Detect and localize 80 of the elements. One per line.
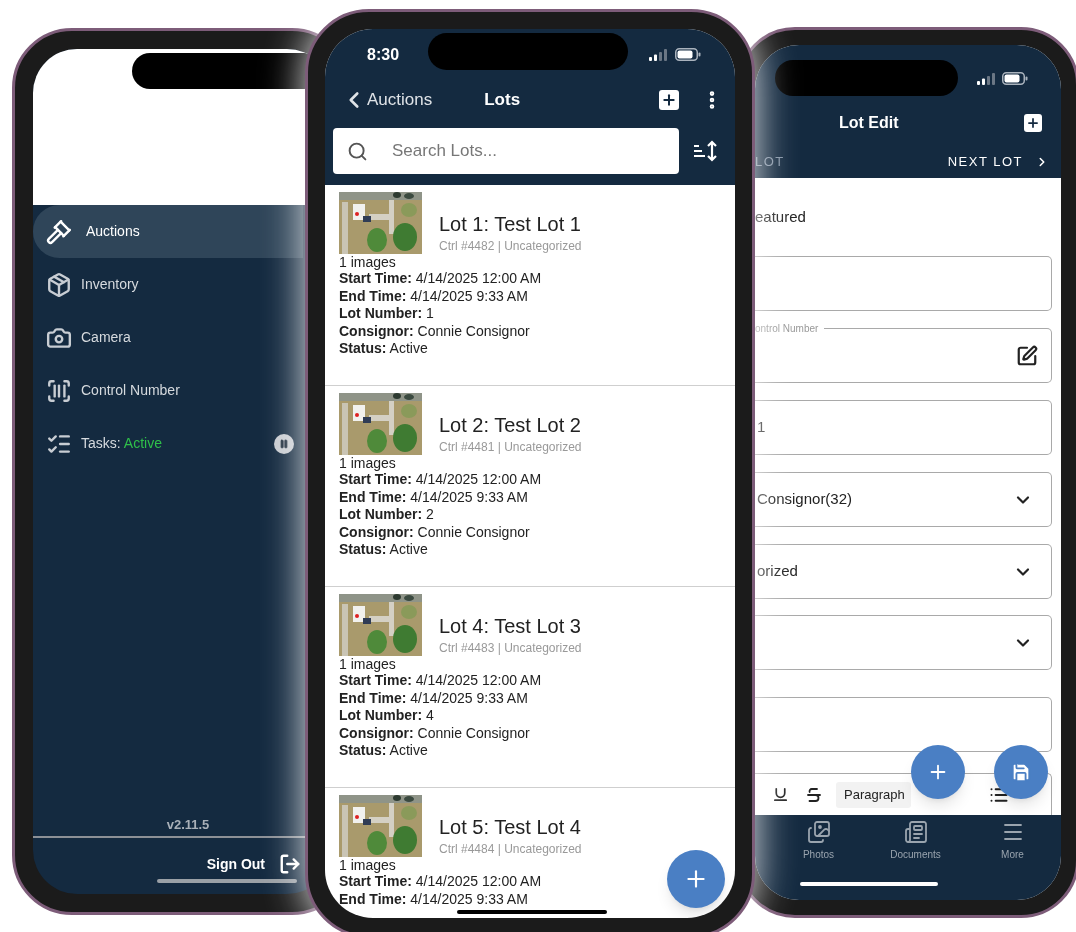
- add-fab[interactable]: [911, 745, 965, 799]
- format-dropdown[interactable]: Paragraph: [836, 781, 911, 808]
- add-button[interactable]: [659, 90, 679, 110]
- lot-detail: End Time: 4/14/2025 9:33 AM: [339, 287, 528, 305]
- save-fab[interactable]: [994, 745, 1048, 799]
- edit-icon[interactable]: [1016, 344, 1038, 367]
- lot-detail: Status: Active: [339, 340, 428, 358]
- lot-detail: Consignor: Connie Consignor: [339, 523, 530, 541]
- sort-icon[interactable]: [693, 140, 717, 162]
- save-icon: [1010, 761, 1032, 783]
- image-count: 1 images: [339, 455, 396, 471]
- image-count: 1 images: [339, 857, 396, 873]
- select-field[interactable]: [755, 615, 1052, 670]
- sign-out-icon[interactable]: [279, 853, 301, 875]
- menu-item[interactable]: Inventory: [33, 258, 303, 311]
- screen-title: Lot Edit: [839, 113, 899, 133]
- image-count: 1 images: [339, 254, 396, 270]
- lot-detail: Start Time: 4/14/2025 12:00 AM: [339, 270, 542, 288]
- documents-icon: [903, 820, 928, 844]
- lot-title: Lot 2: Test Lot 2: [439, 413, 582, 437]
- lot-detail: Lot Number: 2: [339, 506, 434, 524]
- lot-detail: Consignor: Connie Consignor: [339, 322, 530, 340]
- add-fab[interactable]: [667, 850, 725, 908]
- status-time: 8:30: [367, 44, 400, 65]
- menu-item[interactable]: Auctions: [33, 205, 303, 258]
- lot-title: Lot 4: Test Lot 3: [439, 614, 582, 638]
- lot-detail: End Time: 4/14/2025 9:33 AM: [339, 689, 528, 707]
- select-field[interactable]: orized: [755, 544, 1052, 599]
- next-lot-link[interactable]: NEXT LOT: [947, 152, 1023, 172]
- image-count: 1 images: [339, 656, 396, 672]
- pause-icon[interactable]: [274, 433, 294, 454]
- featured-label: eatured: [755, 208, 807, 226]
- lot-title: Lot 5: Test Lot 4: [439, 815, 582, 839]
- lot-detail: Lot Number: 1: [339, 305, 434, 323]
- lot-card[interactable]: Lot 1: Test Lot 1 Ctrl #4482 | Uncategorized 1 images Start Time: 4/14/2025 12:00 AM End Time: 4/14/2025 9:33 AM Lot Number: 1 Consignor: Connie Consignor Status: Active: [325, 185, 735, 386]
- strikethrough-icon[interactable]: [805, 785, 823, 804]
- menu-label: Tasks: Active: [81, 434, 162, 453]
- lot-meta: Ctrl #4484 | Uncategorized: [439, 841, 582, 857]
- lot-detail: End Time: 4/14/2025 9:33 AM: [339, 890, 528, 908]
- input-field[interactable]: [755, 256, 1052, 311]
- menu-item[interactable]: Control Number: [33, 364, 303, 417]
- lot-card[interactable]: Lot 4: Test Lot 3 Ctrl #4483 | Uncategorized 1 images Start Time: 4/14/2025 12:00 AM End Time: 4/14/2025 9:33 AM Lot Number: 4 Consignor: Connie Consignor Status: Active: [325, 587, 735, 788]
- lot-meta: Ctrl #4483 | Uncategorized: [439, 640, 582, 656]
- lot-detail: Status: Active: [339, 541, 428, 559]
- signal-icon: [649, 48, 669, 61]
- lot-meta: Ctrl #4482 | Uncategorized: [439, 238, 582, 254]
- select-field[interactable]: Consignor(32): [755, 472, 1052, 527]
- photos-icon: [806, 820, 831, 844]
- lot-detail: Start Time: 4/14/2025 12:00 AM: [339, 873, 542, 891]
- lot-meta: Ctrl #4481 | Uncategorized: [439, 439, 582, 455]
- menu-item[interactable]: Camera: [33, 311, 303, 364]
- screen-title: Lots: [484, 89, 521, 112]
- add-button[interactable]: [1024, 114, 1042, 132]
- lot-title: Lot 1: Test Lot 1: [439, 212, 582, 236]
- lot-detail: Status: Active: [339, 742, 428, 760]
- lot-detail: Start Time: 4/14/2025 12:00 AM: [339, 672, 542, 690]
- plus-icon: [1026, 116, 1040, 130]
- plus-icon: [661, 92, 677, 108]
- lot-detail: End Time: 4/14/2025 9:33 AM: [339, 488, 528, 506]
- battery-icon: [675, 48, 701, 61]
- battery-icon: [1002, 72, 1028, 85]
- nav-tab[interactable]: Photos: [770, 820, 867, 862]
- lot-card[interactable]: Lot 2: Test Lot 2 Ctrl #4481 | Uncategorized 1 images Start Time: 4/14/2025 12:00 AM End Time: 4/14/2025 9:33 AM Lot Number: 2 Consignor: Connie Consignor Status: Active: [325, 386, 735, 587]
- menu-item[interactable]: Tasks: Active: [33, 417, 303, 470]
- back-button[interactable]: Auctions: [345, 87, 433, 113]
- sign-out-button[interactable]: Sign Out: [206, 853, 265, 875]
- barcode-icon: [46, 377, 72, 404]
- lot-detail: Consignor: Connie Consignor: [339, 724, 530, 742]
- nav-tab[interactable]: More: [964, 820, 1061, 862]
- input-field[interactable]: 1: [755, 400, 1052, 455]
- lot-detail: Lot Number: 4: [339, 707, 434, 725]
- search-field[interactable]: Search Lots...: [333, 128, 679, 174]
- version-label: v2.11.5: [165, 817, 211, 833]
- lot-detail: Start Time: 4/14/2025 12:00 AM: [339, 471, 542, 489]
- nav-tab[interactable]: Documents: [867, 820, 964, 862]
- gavel-icon: [46, 218, 72, 245]
- search-icon: [347, 140, 368, 162]
- signal-icon: [977, 72, 997, 85]
- underline-icon[interactable]: [772, 786, 789, 803]
- box-icon: [46, 271, 72, 298]
